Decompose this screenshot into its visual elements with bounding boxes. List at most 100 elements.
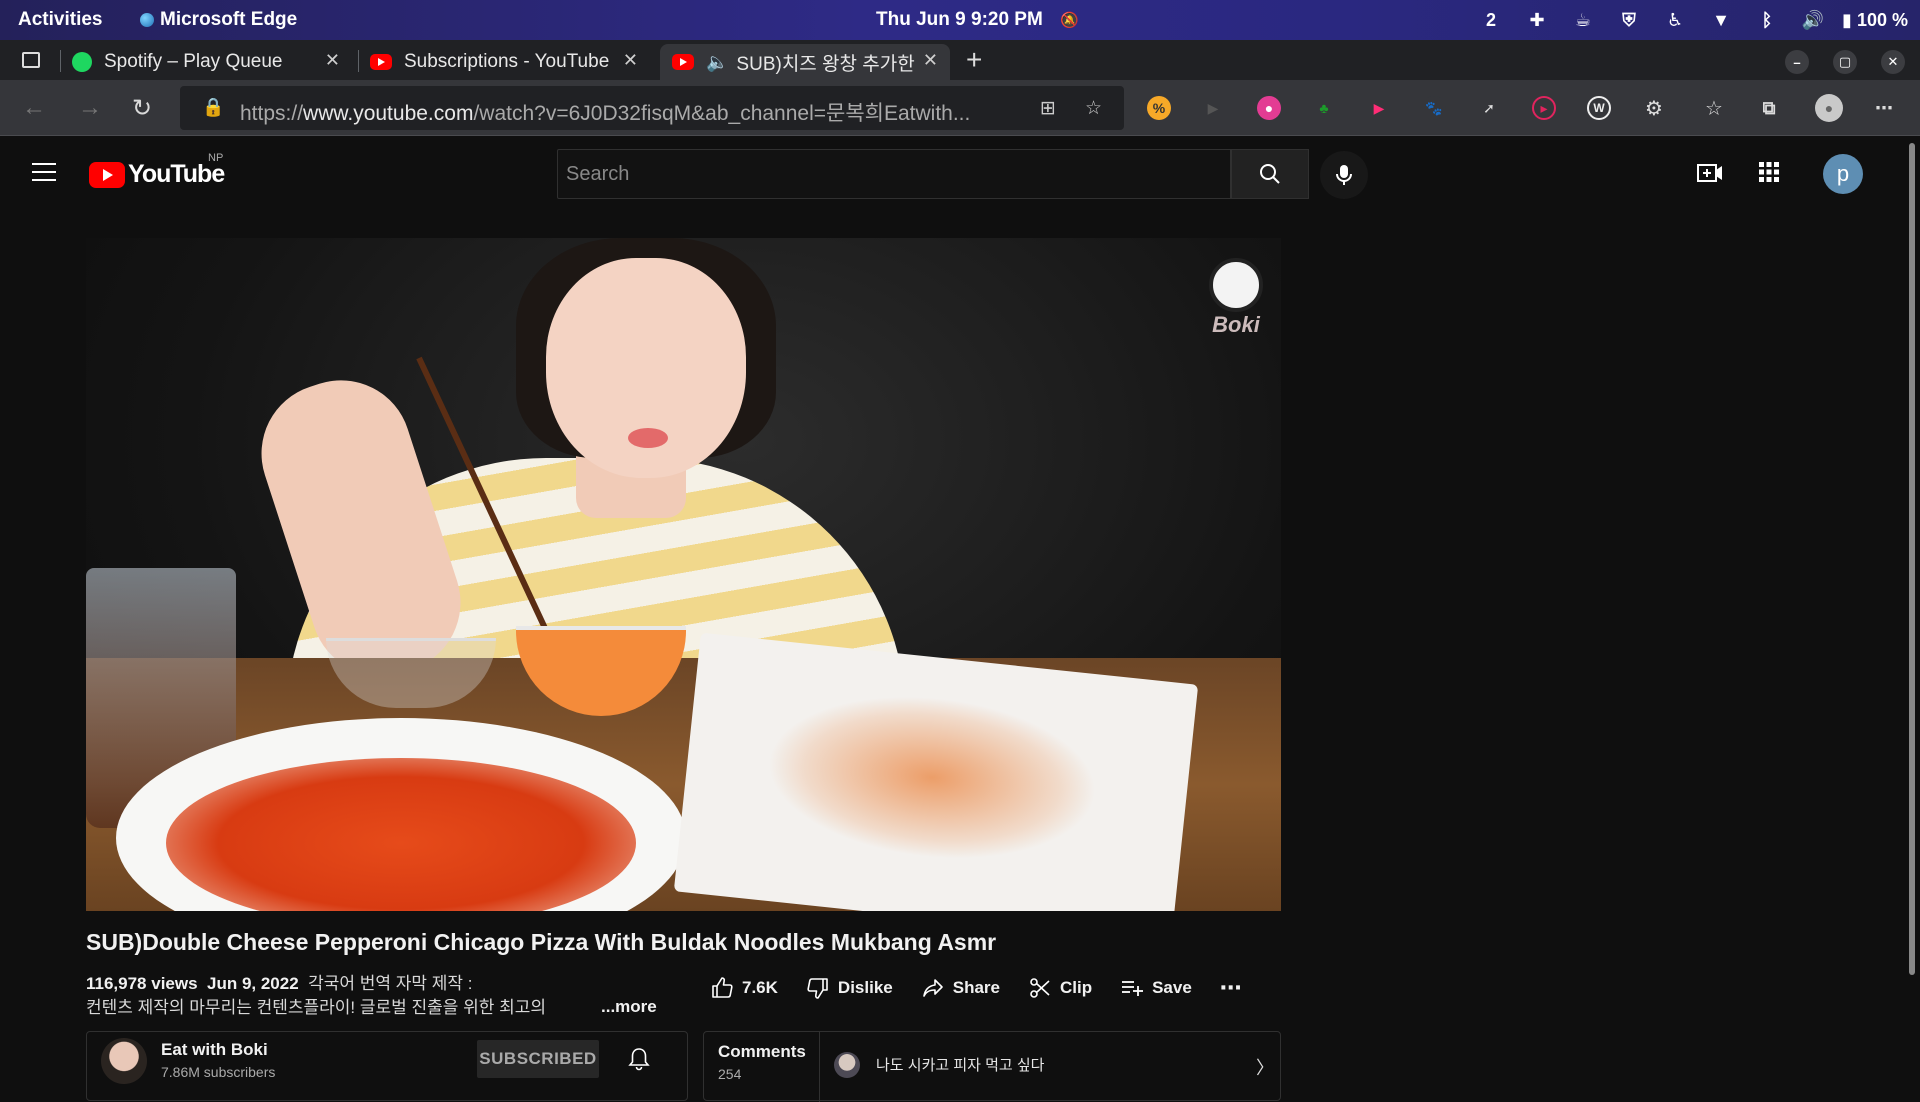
dislike-label: Dislike — [837, 978, 893, 997]
back-button[interactable]: ← — [22, 94, 46, 122]
system-top-bar: Activities Microsoft Edge Thu Jun 9 9:20… — [0, 0, 1920, 40]
clock[interactable]: Thu Jun 9 9:20 PM — [876, 9, 1043, 31]
close-tab-icon[interactable]: ✕ — [325, 50, 340, 71]
app-menu[interactable]: Microsoft Edge — [140, 9, 297, 31]
w-extension-icon[interactable]: W — [1587, 96, 1611, 120]
volume-icon[interactable]: 🔊 — [1790, 10, 1836, 31]
video-pizza-stain — [759, 680, 1105, 875]
comments-teaser[interactable]: Comments 254 나도 시카고 피자 먹고 싶다 〉 — [703, 1031, 1281, 1102]
new-tab-button[interactable]: + — [966, 44, 982, 76]
account-avatar[interactable]: p — [1823, 154, 1863, 194]
show-more-link[interactable]: ...more — [601, 997, 657, 1017]
tab-spotify[interactable]: Spotify – Play Queue ✕ — [72, 44, 352, 80]
scrollbar-thumb[interactable] — [1909, 143, 1915, 975]
accessibility-icon[interactable]: ♿ — [1652, 10, 1698, 31]
pink-play-extension-icon[interactable]: ▶ — [1367, 96, 1391, 120]
tab-subscriptions[interactable]: Subscriptions - YouTube ✕ — [370, 44, 650, 80]
youtube-icon — [672, 54, 694, 70]
profile-icon[interactable]: ● — [1815, 94, 1843, 122]
video-player[interactable]: Boki — [86, 238, 1281, 911]
search-icon — [1260, 164, 1280, 184]
play-extension-icon[interactable]: ▶ — [1201, 96, 1225, 120]
more-actions-button[interactable]: ⋯ — [1220, 975, 1242, 1001]
close-tab-icon[interactable]: ✕ — [923, 50, 938, 71]
description-line-2: 컨텐츠 제작의 마무리는 컨텐츠플라이! 글로벌 진출을 위한 최고의 — [86, 998, 547, 1017]
tab-separator — [358, 50, 359, 72]
red-play-extension-icon[interactable]: ▸ — [1532, 96, 1556, 120]
share-button[interactable]: Share — [921, 976, 1000, 1000]
youtube-play-icon — [89, 161, 125, 188]
description-line-1: 각국어 번역 자막 제작 : — [308, 974, 473, 993]
share-label: Share — [952, 978, 1000, 997]
subscriber-count: 7.86M subscribers — [161, 1064, 276, 1080]
clip-button[interactable]: Clip — [1028, 976, 1092, 1000]
comment-preview: 나도 시카고 피자 먹고 싶다 — [876, 1057, 1045, 1074]
close-tab-icon[interactable]: ✕ — [623, 50, 638, 71]
tampermonkey-icon[interactable]: 🐾 — [1422, 96, 1446, 120]
save-label: Save — [1152, 978, 1192, 997]
video-description[interactable]: 116,978 views Jun 9, 2022 각국어 번역 자막 제작 :… — [86, 972, 666, 1020]
youtube-icon — [370, 54, 392, 70]
notification-bell-icon[interactable] — [627, 1046, 651, 1072]
shield-icon[interactable]: ⛨ — [1606, 10, 1652, 31]
more-options-icon[interactable]: ⋯ — [1872, 96, 1896, 120]
logo-text: YouTube — [128, 160, 225, 188]
extensions-menu-icon[interactable]: ⚙ — [1642, 96, 1666, 120]
forward-button[interactable]: → — [78, 94, 102, 122]
dislike-button[interactable]: Dislike — [806, 976, 893, 1000]
youtube-logo[interactable]: YouTube NP — [89, 152, 225, 189]
extensions-icon[interactable]: ✚ — [1514, 10, 1560, 31]
favorites-icon[interactable]: ☆ — [1702, 96, 1726, 120]
channel-name[interactable]: Eat with Boki — [161, 1040, 268, 1060]
arrow-extension-icon[interactable]: ➚ — [1477, 96, 1501, 120]
collections-icon[interactable]: ⧉ — [1757, 96, 1781, 120]
tab-current-video[interactable]: 🔈 SUB)치즈 왕창 추가한 ✕ — [660, 44, 950, 80]
scissors-icon — [1030, 978, 1050, 998]
watermark-text: Boki — [1212, 312, 1260, 337]
create-video-icon[interactable] — [1696, 161, 1724, 185]
youtube-header: YouTube NP Search p — [0, 137, 1904, 209]
save-button[interactable]: Save — [1120, 976, 1192, 1000]
like-button[interactable]: 7.6K — [710, 976, 778, 1000]
minimize-button[interactable]: – — [1785, 50, 1809, 74]
close-window-button[interactable]: ✕ — [1881, 50, 1905, 74]
menu-icon[interactable] — [32, 163, 56, 187]
search-button[interactable] — [1231, 149, 1309, 199]
tree-extension-icon[interactable]: ♣ — [1312, 96, 1336, 120]
video-actions: 7.6K Dislike Share Clip Save ⋯ — [710, 972, 1270, 1004]
page-scrollbar[interactable] — [1904, 137, 1920, 1080]
coffee-icon[interactable]: ☕ — [1560, 10, 1606, 31]
battery-percent: 100 % — [1856, 9, 1908, 30]
maximize-button[interactable]: ▢ — [1833, 50, 1857, 74]
channel-watermark[interactable]: Boki — [1209, 258, 1263, 344]
speaker-icon[interactable]: 🔈 — [706, 52, 728, 73]
comments-divider — [819, 1032, 820, 1102]
workspace-indicator[interactable]: 2 — [1468, 10, 1514, 31]
channel-avatar[interactable] — [101, 1038, 147, 1084]
lock-icon[interactable]: 🔒 — [202, 97, 224, 118]
tab-separator — [60, 50, 61, 72]
circle-extension-icon[interactable]: ● — [1257, 96, 1281, 120]
add-favorite-icon[interactable]: ☆ — [1085, 97, 1102, 120]
bluetooth-icon[interactable]: ᛒ — [1744, 10, 1790, 31]
app-available-icon[interactable]: ⊞ — [1040, 97, 1056, 120]
voice-search-button[interactable] — [1320, 151, 1368, 199]
wifi-icon[interactable]: ▼ — [1698, 10, 1744, 31]
tab-label: Spotify – Play Queue — [104, 51, 283, 72]
subscribe-button[interactable]: SUBSCRIBED — [477, 1040, 599, 1078]
activities-button[interactable]: Activities — [18, 9, 102, 31]
search-placeholder: Search — [566, 163, 630, 185]
boki-mascot-icon — [1209, 258, 1263, 312]
battery-indicator[interactable]: ▮ 100 % — [1836, 10, 1908, 31]
app-name: Microsoft Edge — [160, 9, 298, 30]
tab-actions-icon[interactable] — [22, 52, 40, 68]
edge-icon — [140, 13, 154, 27]
url-text[interactable]: https://www.youtube.com/watch?v=6J0D32fi… — [240, 97, 1020, 127]
honey-extension-icon[interactable]: % — [1147, 96, 1171, 120]
apps-grid-icon[interactable] — [1758, 161, 1780, 183]
refresh-button[interactable]: ↻ — [132, 94, 152, 123]
video-noodle-sauce — [166, 758, 636, 911]
search-input[interactable]: Search — [557, 149, 1231, 199]
address-bar[interactable]: 🔒 https://www.youtube.com/watch?v=6J0D32… — [180, 86, 1124, 130]
chevron-right-icon[interactable]: 〉 — [1256, 1054, 1274, 1080]
